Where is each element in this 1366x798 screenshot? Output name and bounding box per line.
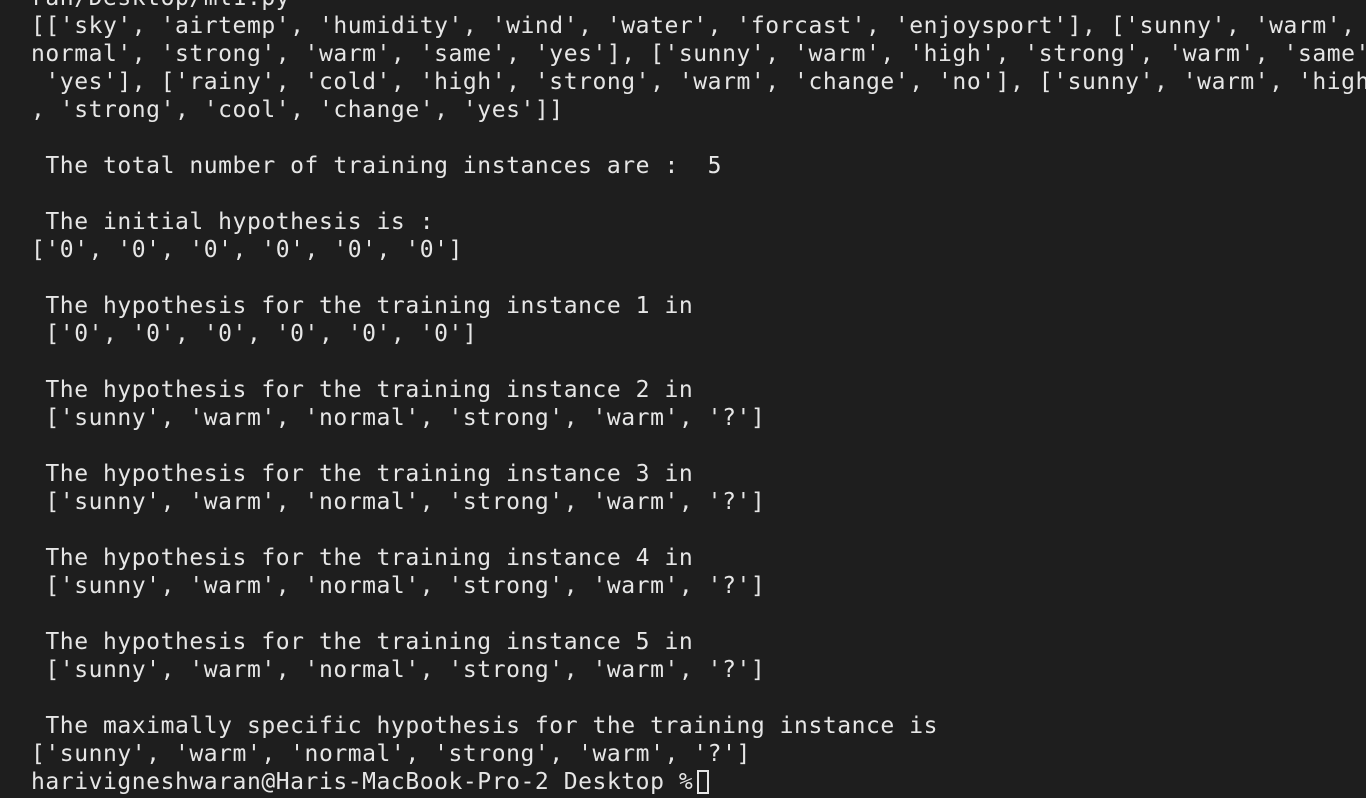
output-line: The hypothesis for the training instance… [31, 377, 694, 403]
shell-prompt: harivigneshwaran@Haris-MacBook-Pro-2 Des… [31, 769, 694, 795]
output-line: The total number of training instances a… [31, 153, 723, 179]
output-line: The hypothesis for the training instance… [31, 545, 694, 571]
output-line: 'yes'], ['rainy', 'cold', 'high', 'stron… [31, 69, 1366, 95]
output-line: ['sunny', 'warm', 'normal', 'strong', 'w… [31, 573, 766, 599]
output-line: normal', 'strong', 'warm', 'same', 'yes'… [31, 41, 1366, 67]
output-line: ['0', '0', '0', '0', '0', '0'] [31, 237, 463, 263]
output-line: ['sunny', 'warm', 'normal', 'strong', 'w… [31, 405, 766, 431]
terminal-output: rah/Desktop/ml1.py [['sky', 'airtemp', '… [31, 0, 1366, 796]
output-line: ['sunny', 'warm', 'normal', 'strong', 'w… [31, 741, 751, 767]
output-line: The hypothesis for the training instance… [31, 293, 694, 319]
output-line: [['sky', 'airtemp', 'humidity', 'wind', … [31, 13, 1366, 39]
output-line: The hypothesis for the training instance… [31, 629, 694, 655]
output-line: ['sunny', 'warm', 'normal', 'strong', 'w… [31, 657, 766, 683]
output-line: ['sunny', 'warm', 'normal', 'strong', 'w… [31, 489, 766, 515]
output-line: ['0', '0', '0', '0', '0', '0'] [31, 321, 478, 347]
output-line: The hypothesis for the training instance… [31, 461, 694, 487]
output-line: The initial hypothesis is : [31, 209, 435, 235]
output-line: , 'strong', 'cool', 'change', 'yes']] [31, 97, 564, 123]
output-line: rah/Desktop/ml1.py [31, 0, 1366, 12]
output-line: The maximally specific hypothesis for th… [31, 713, 939, 739]
text-cursor[interactable] [697, 770, 710, 794]
prompt-line[interactable]: harivigneshwaran@Haris-MacBook-Pro-2 Des… [31, 768, 1366, 796]
terminal-window[interactable]: rah/Desktop/ml1.py [['sky', 'airtemp', '… [0, 0, 1366, 798]
